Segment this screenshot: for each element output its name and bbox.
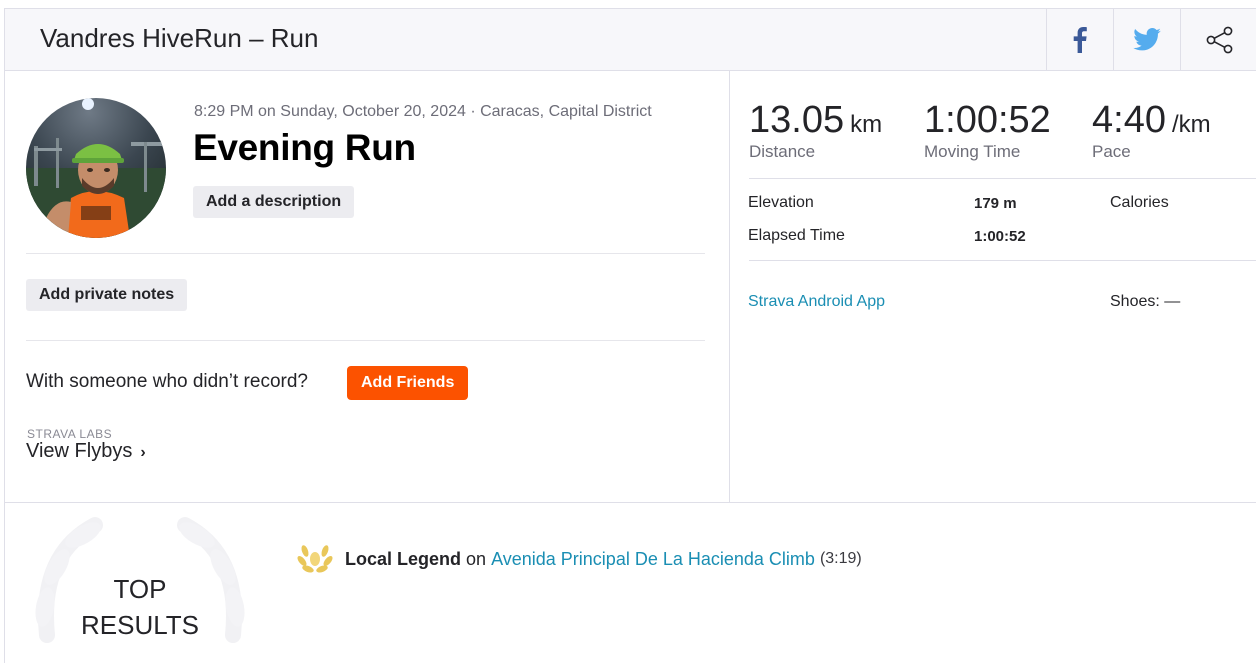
elevation-label: Elevation — [748, 194, 814, 211]
facebook-share-button[interactable] — [1046, 9, 1113, 70]
divider — [749, 178, 1256, 179]
add-description-button[interactable]: Add a description — [193, 186, 355, 218]
athlete-avatar[interactable] — [26, 98, 166, 238]
twitter-share-button[interactable] — [1113, 9, 1180, 70]
divider — [26, 340, 705, 341]
shoes-info: Shoes: — — [1110, 293, 1181, 310]
divider — [749, 260, 1256, 261]
stat-distance: 13.05 km Distance — [749, 99, 882, 162]
activity-page: Vandres HiveRun – Run 8:29 PM on Sunday,… — [4, 8, 1256, 663]
stat-pace: 4:40/km Pace — [1092, 99, 1211, 162]
top-results-line1: TOP — [113, 574, 167, 604]
activity-title: Evening Run — [193, 127, 416, 168]
add-private-notes-button[interactable]: Add private notes — [26, 279, 188, 311]
calories-label: Calories — [1110, 194, 1169, 211]
share-button[interactable] — [1180, 9, 1256, 70]
segment-time: (3:19) — [819, 550, 862, 567]
moving-time-value: 1:00:52 — [924, 99, 1051, 141]
view-flybys-link[interactable]: View Flybys › — [26, 440, 146, 463]
local-legend-laurel-icon — [297, 545, 333, 573]
activity-stats: 13.05 km Distance 1:00:52 Moving Time 4:4… — [729, 71, 1256, 502]
divider — [26, 253, 705, 254]
facebook-icon — [1073, 26, 1087, 53]
pace-unit: /km — [1171, 111, 1211, 138]
chevron-right-icon: › — [140, 444, 146, 461]
strava-labs-label: STRAVA LABS — [27, 427, 113, 441]
local-legend-result: Local Legend on Avenida Principal De La … — [297, 543, 862, 575]
moving-time-label: Moving Time — [924, 142, 1021, 161]
add-friends-button[interactable]: Add Friends — [347, 366, 469, 400]
with-someone-prompt: With someone who didn’t record? — [26, 371, 308, 392]
device-link[interactable]: Strava Android App — [748, 293, 885, 311]
local-legend-label: Local Legend — [345, 548, 462, 569]
share-icon — [1206, 26, 1232, 53]
activity-details: 8:29 PM on Sunday, October 20, 2024 · Ca… — [5, 71, 729, 502]
elevation-value: 179 m — [974, 195, 1017, 212]
athlete-photo — [26, 98, 166, 238]
twitter-icon — [1133, 28, 1161, 51]
view-flybys-label: View Flybys — [26, 440, 133, 462]
segment-link[interactable]: Avenida Principal De La Hacienda Climb — [491, 549, 815, 570]
results-section: TOP RESULTS Local Legend on Avenida Prin… — [5, 502, 1256, 664]
on-text: on — [466, 548, 487, 569]
pace-value: 4:40 — [1092, 99, 1166, 141]
distance-value: 13.05 — [749, 99, 845, 141]
top-results-line2: RESULTS — [81, 610, 199, 640]
activity-date-location: 8:29 PM on Sunday, October 20, 2024 · Ca… — [194, 103, 652, 120]
pace-label: Pace — [1092, 142, 1131, 161]
elapsed-time-label: Elapsed Time — [748, 227, 845, 244]
distance-label: Distance — [749, 142, 816, 161]
elapsed-time-value: 1:00:52 — [974, 228, 1026, 245]
stat-moving-time: 1:00:52 Moving Time — [924, 99, 1051, 162]
top-results-badge: TOP RESULTS — [25, 571, 255, 643]
page-title: Vandres HiveRun – Run — [40, 23, 319, 53]
distance-unit: km — [850, 111, 883, 138]
page-header: Vandres HiveRun – Run — [5, 9, 1256, 71]
